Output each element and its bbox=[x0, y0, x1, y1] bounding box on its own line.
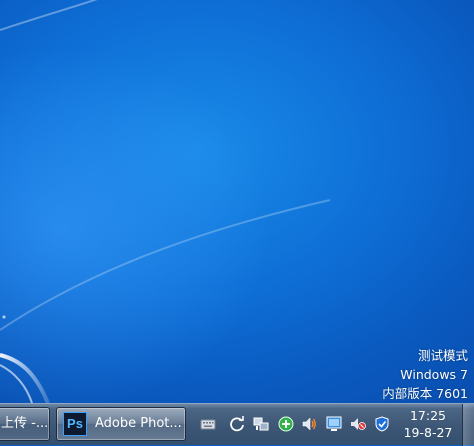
shield-icon[interactable] bbox=[374, 416, 390, 432]
show-desktop-button[interactable] bbox=[462, 404, 474, 446]
taskbar-button-label: 上传 -... bbox=[1, 416, 49, 431]
volume-icon[interactable] bbox=[301, 416, 317, 432]
test-mode-watermark: 测试模式 Windows 7 内部版本 7601 bbox=[382, 346, 468, 403]
clock-date: 19-8-27 bbox=[403, 425, 453, 440]
network-icon[interactable] bbox=[253, 416, 269, 432]
wallpaper-swoosh bbox=[0, 0, 331, 403]
desktop-background: 测试模式 Windows 7 内部版本 7601 bbox=[0, 0, 474, 403]
taskbar-button-photoshop[interactable]: Ps Adobe Phot... bbox=[56, 407, 186, 441]
taskbar-clock[interactable]: 17:25 19-8-27 bbox=[398, 407, 458, 441]
taskbar: 上传 -... Ps Adobe Phot... 17:25 19-8-27 bbox=[0, 403, 474, 446]
photoshop-icon: Ps bbox=[63, 412, 87, 436]
watermark-line1: 测试模式 bbox=[417, 348, 468, 363]
watermark-line2: Windows 7 bbox=[400, 367, 468, 382]
taskbar-button-upload[interactable]: 上传 -... bbox=[0, 407, 50, 441]
taskbar-button-label: Adobe Phot... bbox=[95, 416, 182, 431]
keyboard-icon[interactable] bbox=[200, 416, 216, 432]
sync-icon[interactable] bbox=[229, 416, 245, 432]
watermark-line3: 内部版本 7601 bbox=[382, 386, 468, 401]
monitor-icon[interactable] bbox=[326, 416, 342, 432]
muted-speaker-icon[interactable] bbox=[350, 416, 366, 432]
clock-time: 17:25 bbox=[409, 408, 447, 423]
green-circle-icon[interactable] bbox=[278, 416, 294, 432]
